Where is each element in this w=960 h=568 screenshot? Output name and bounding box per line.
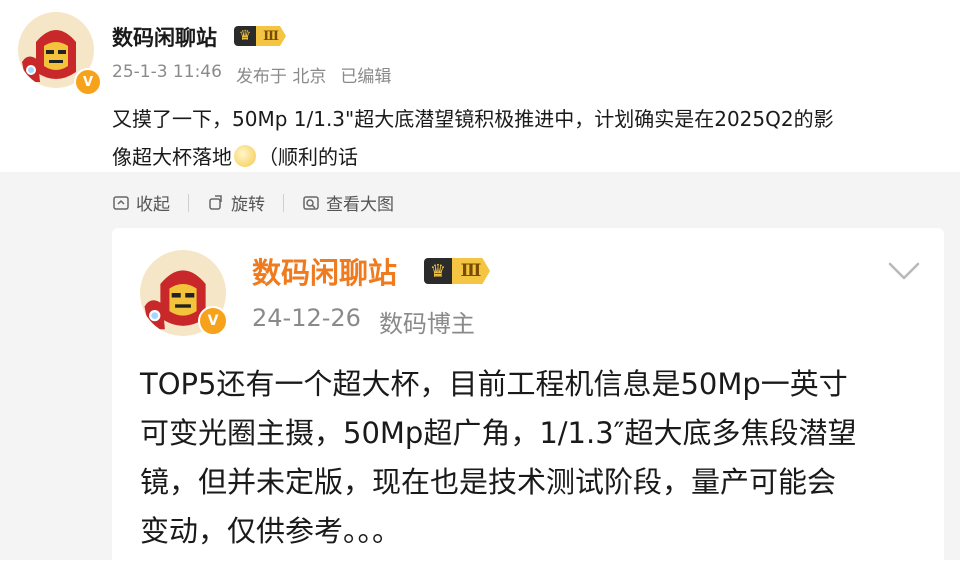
rotate-button[interactable]: 旋转: [207, 190, 265, 215]
collapse-icon: [113, 195, 129, 210]
view-large-label: 查看大图: [326, 195, 394, 215]
chevron-down-icon[interactable]: [886, 258, 922, 282]
post-text-fragment: 像超大杯落地: [112, 145, 232, 169]
retweet-text-line: TOP5还有一个超大杯，目前工程机信息是50Mp一英寸: [140, 367, 848, 401]
divider: [188, 193, 189, 212]
rotate-icon: [209, 194, 222, 210]
post-text: 又摸了一下，50Mp 1/1.3"超大底潜望镜积极推进中，计划确实是在2025Q…: [112, 100, 932, 176]
retweet-meta: 24-12-26 数码博主: [252, 304, 475, 339]
crown-icon: ♛: [234, 26, 256, 46]
view-large-icon: [303, 195, 319, 210]
crown-icon: ♛: [424, 258, 452, 284]
level-badge: ♛ Ⅲ: [234, 26, 286, 46]
edited-label[interactable]: 已编辑: [340, 62, 391, 87]
level-number: Ⅲ: [452, 258, 490, 284]
collapse-label: 收起: [136, 195, 170, 215]
pudding-emoji-icon: [234, 145, 256, 167]
collapse-button[interactable]: 收起: [112, 190, 170, 215]
verified-badge-icon: V: [198, 306, 228, 336]
post-text-line: 像超大杯落地 （顺利的话: [112, 138, 932, 176]
post-text-fragment: （顺利的话: [258, 145, 358, 169]
view-large-button[interactable]: 查看大图: [302, 190, 394, 215]
image-actions-bar: 收起 旋转 查看大图: [112, 190, 394, 215]
rotate-label: 旋转: [231, 195, 265, 215]
retweet-author-name[interactable]: 数码闲聊站: [252, 250, 397, 292]
author-name[interactable]: 数码闲聊站: [112, 22, 217, 52]
post-meta: 25-1-3 11:46 发布于 北京 已编辑: [112, 62, 391, 87]
retweet-text: TOP5还有一个超大杯，目前工程机信息是50Mp一英寸 可变光圈主摄，50Mp超…: [140, 360, 930, 556]
post-text-line: 又摸了一下，50Mp 1/1.3"超大底潜望镜积极推进中，计划确实是在2025Q…: [112, 107, 834, 131]
post-location: 发布于 北京: [235, 67, 327, 87]
retweet-date: 24-12-26: [252, 304, 361, 332]
post-date: 25-1-3 11:46: [112, 62, 222, 82]
level-number: Ⅲ: [256, 26, 286, 46]
verified-badge-icon: V: [74, 68, 102, 96]
retweet-role: 数码博主: [378, 310, 475, 338]
retweet-text-line: 可变光圈主摄，50Mp超广角，1/1.3″超大底多焦段潜望: [140, 416, 857, 450]
retweet-text-line: 镜，但并未定版，现在也是技术测试阶段，量产可能会: [140, 465, 837, 499]
retweet-text-line: 变动，仅供参考。。。: [140, 514, 402, 548]
divider: [283, 193, 284, 212]
level-badge: ♛ Ⅲ: [424, 258, 490, 284]
